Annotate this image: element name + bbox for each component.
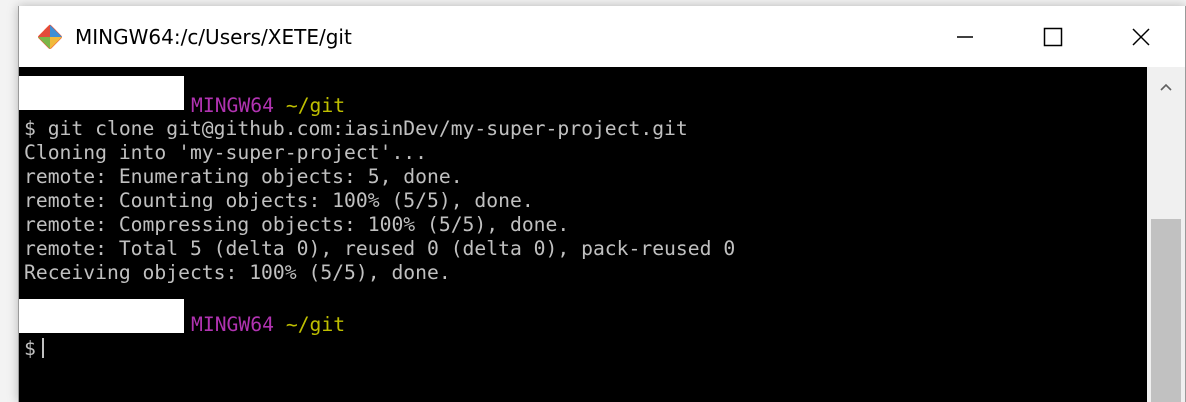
screenshot-page: MINGW64:/c/Users/XETE/git MINGW64 ~/git … bbox=[0, 0, 1186, 402]
maximize-icon bbox=[1043, 27, 1063, 46]
prompt-path: ~/git bbox=[285, 94, 346, 117]
input-line[interactable]: $ bbox=[24, 337, 44, 361]
prompt-path: ~/git bbox=[285, 313, 346, 336]
input-prompt: $ bbox=[24, 337, 36, 360]
minimize-icon bbox=[957, 35, 973, 38]
output-line: remote: Enumerating objects: 5, done. bbox=[24, 165, 463, 188]
terminal-area[interactable]: MINGW64 ~/git $ git clone git@github.com… bbox=[19, 67, 1147, 402]
maximize-button[interactable] bbox=[1009, 6, 1097, 67]
prompt-line-1: MINGW64 ~/git bbox=[191, 94, 345, 118]
close-icon bbox=[1132, 27, 1150, 46]
window-title: MINGW64:/c/Users/XETE/git bbox=[75, 25, 352, 49]
git-logo-icon bbox=[38, 24, 62, 49]
redacted-user-block bbox=[19, 76, 184, 110]
vertical-scrollbar[interactable] bbox=[1147, 67, 1185, 402]
command-line: $ git clone git@github.com:iasinDev/my-s… bbox=[24, 117, 688, 140]
output-line: Cloning into 'my-super-project'... bbox=[24, 141, 427, 164]
chevron-up-icon bbox=[1160, 83, 1172, 91]
prompt-host: MINGW64 bbox=[191, 313, 274, 336]
minimize-button[interactable] bbox=[921, 6, 1009, 67]
scrollbar-thumb[interactable] bbox=[1151, 219, 1181, 402]
output-line: Receiving objects: 100% (5/5), done. bbox=[24, 261, 451, 284]
text-cursor bbox=[41, 338, 44, 358]
scroll-up-button[interactable] bbox=[1147, 67, 1185, 107]
output-line: remote: Counting objects: 100% (5/5), do… bbox=[24, 189, 534, 212]
redacted-user-block bbox=[19, 299, 184, 333]
prompt-host: MINGW64 bbox=[191, 94, 274, 117]
title-bar[interactable]: MINGW64:/c/Users/XETE/git bbox=[19, 6, 1185, 67]
close-button[interactable] bbox=[1097, 6, 1185, 67]
output-line: remote: Total 5 (delta 0), reused 0 (del… bbox=[24, 237, 736, 260]
terminal-window: MINGW64:/c/Users/XETE/git MINGW64 ~/git … bbox=[18, 6, 1186, 402]
prompt-line-2: MINGW64 ~/git bbox=[191, 313, 345, 337]
output-line: remote: Compressing objects: 100% (5/5),… bbox=[24, 213, 570, 236]
